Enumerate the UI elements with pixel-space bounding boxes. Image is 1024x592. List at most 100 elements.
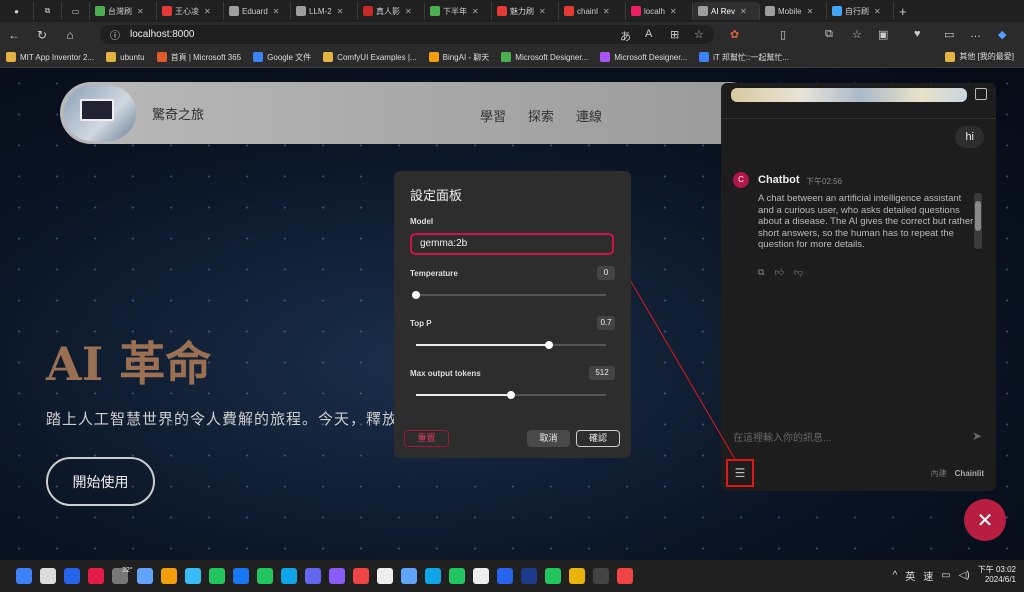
taskbar-app-icon[interactable] xyxy=(64,568,80,584)
bookmark-item[interactable]: MIT App Inventor 2... xyxy=(0,52,100,63)
taskbar-app-icon[interactable] xyxy=(472,568,489,584)
bookmark-item[interactable]: iT 邦幫忙::一起幫忙... xyxy=(693,52,795,63)
close-tab-icon[interactable]: ✕ xyxy=(137,7,144,16)
temperature-slider-knob[interactable] xyxy=(412,291,420,299)
health-icon[interactable]: ♥ xyxy=(914,28,921,40)
read-aloud-icon[interactable]: A xyxy=(645,28,652,40)
tray-chevron-icon[interactable]: ^ xyxy=(893,570,898,581)
copy-icon[interactable]: ⧉ xyxy=(758,267,764,278)
bookmark-item[interactable]: 首頁 | Microsoft 365 xyxy=(151,52,248,63)
browser-tab[interactable]: 自行刷 ✕ xyxy=(827,2,894,20)
browser-tab[interactable]: 魅力刷 ✕ xyxy=(492,2,559,20)
close-tab-icon[interactable]: ✕ xyxy=(670,7,677,16)
site-logo[interactable] xyxy=(64,85,136,141)
nav-link-connect[interactable]: 連線 xyxy=(576,106,602,125)
max-tokens-slider-knob[interactable] xyxy=(507,391,515,399)
browser-tab[interactable]: 王心凌 ✕ xyxy=(157,2,224,20)
taskbar-app-icon[interactable] xyxy=(304,568,321,584)
get-started-button[interactable]: 開始使用 xyxy=(46,457,155,506)
volume-icon[interactable]: ◁) xyxy=(959,570,970,581)
browser-tab[interactable]: Eduard ✕ xyxy=(224,2,291,20)
taskbar-app-icon[interactable] xyxy=(88,568,104,584)
taskbar-app-icon[interactable] xyxy=(568,568,585,584)
bookmark-item[interactable]: Microsoft Designer... xyxy=(495,52,594,63)
workspaces-icon[interactable]: ⧉ xyxy=(34,2,62,20)
refresh-button[interactable]: ↻ xyxy=(28,28,56,42)
extension-icon[interactable]: ✿ xyxy=(730,28,739,41)
nav-link-learn[interactable]: 學習 xyxy=(480,106,506,125)
top-p-slider-knob[interactable] xyxy=(545,341,553,349)
cancel-button[interactable]: 取消 xyxy=(527,430,570,447)
new-chat-icon[interactable] xyxy=(975,88,987,100)
bookmark-item[interactable]: ubuntu xyxy=(100,52,150,63)
taskbar-app-icon[interactable] xyxy=(400,568,417,584)
chat-input[interactable]: 在這裡輸入你的訊息... xyxy=(733,429,831,444)
profile-icon[interactable]: ● xyxy=(0,2,34,20)
app-icon[interactable]: ⊞ xyxy=(670,28,679,41)
search-icon[interactable] xyxy=(40,568,56,584)
network-icon[interactable]: ▭ xyxy=(941,570,950,581)
bookmark-item[interactable]: Microsoft Designer... xyxy=(594,52,693,63)
model-input[interactable]: gemma:2b xyxy=(410,233,614,255)
browser-tab[interactable]: 下半年 ✕ xyxy=(425,2,492,20)
settings-more-icon[interactable]: … xyxy=(970,28,981,40)
bookmark-item[interactable]: Google 文件 xyxy=(247,52,317,63)
collections-icon[interactable]: ▣ xyxy=(878,28,888,41)
taskbar-app-icon[interactable] xyxy=(232,568,249,584)
browser-tab[interactable]: 真人影 ✕ xyxy=(358,2,425,20)
bookmark-item[interactable]: ComfyUI Examples |... xyxy=(317,52,422,63)
close-tab-icon[interactable]: ✕ xyxy=(539,7,546,16)
close-chat-button[interactable]: ✕ xyxy=(964,499,1006,541)
ime-language[interactable]: 英 xyxy=(905,568,915,583)
copilot-icon[interactable]: ◆ xyxy=(998,28,1006,41)
bookmark-item[interactable]: BingAI - 聊天 xyxy=(423,52,496,63)
taskbar-app-icon[interactable] xyxy=(592,568,609,584)
message-scrollbar[interactable] xyxy=(974,193,982,249)
close-tab-icon[interactable]: ✕ xyxy=(337,7,344,16)
close-tab-icon[interactable]: ✕ xyxy=(273,7,280,16)
taskbar-app-icon[interactable] xyxy=(424,568,441,584)
temperature-slider[interactable] xyxy=(412,291,606,299)
taskbar-app-icon[interactable] xyxy=(352,568,369,584)
split-screen-icon[interactable]: ▯ xyxy=(780,28,786,41)
translate-icon[interactable]: あ xyxy=(620,28,631,44)
taskbar-app-icon[interactable] xyxy=(496,568,513,584)
screenshot-icon[interactable]: ▭ xyxy=(944,28,954,41)
taskbar-app-icon[interactable] xyxy=(376,568,393,584)
back-button[interactable]: ← xyxy=(0,28,28,42)
extensions-icon[interactable]: ⧉ xyxy=(825,28,833,41)
top-p-slider[interactable] xyxy=(416,341,606,349)
close-tab-icon[interactable]: ✕ xyxy=(204,7,211,16)
reset-button[interactable]: 重置 xyxy=(404,430,449,447)
home-button[interactable]: ⌂ xyxy=(56,28,84,42)
weather-temp[interactable]: 32° xyxy=(122,567,133,574)
thumbs-up-icon[interactable]: 👍︎ xyxy=(774,267,783,278)
taskbar-app-icon[interactable] xyxy=(256,568,273,584)
browser-tab[interactable]: LLM-2 ✕ xyxy=(291,2,358,20)
browser-tab[interactable]: AI Rev ✕ xyxy=(693,2,760,20)
ime-mode[interactable]: 速 xyxy=(923,568,933,583)
send-icon[interactable]: ➤ xyxy=(972,429,982,443)
taskbar-app-icon[interactable] xyxy=(448,568,465,584)
close-tab-icon[interactable]: ✕ xyxy=(740,7,747,16)
taskbar-app-icon[interactable] xyxy=(136,568,153,584)
taskbar-app-icon[interactable] xyxy=(616,568,633,584)
taskbar-app-icon[interactable] xyxy=(544,568,561,584)
taskbar-app-icon[interactable] xyxy=(328,568,345,584)
close-tab-icon[interactable]: ✕ xyxy=(405,7,412,16)
confirm-button[interactable]: 確認 xyxy=(576,430,620,447)
taskbar-app-icon[interactable] xyxy=(160,568,177,584)
close-tab-icon[interactable]: ✕ xyxy=(807,7,814,16)
tab-actions-icon[interactable]: ▭ xyxy=(62,2,90,20)
close-tab-icon[interactable]: ✕ xyxy=(603,7,610,16)
nav-link-explore[interactable]: 探索 xyxy=(528,106,554,125)
close-tab-icon[interactable]: ✕ xyxy=(874,7,881,16)
bookmark-other-favorites[interactable]: 其他 [我的最愛] xyxy=(945,51,1014,62)
settings-sliders-button[interactable]: ☰ xyxy=(726,459,754,487)
clock[interactable]: 下午 03:02 2024/6/1 xyxy=(978,565,1016,585)
new-tab-button[interactable]: + xyxy=(894,2,912,20)
max-tokens-slider[interactable] xyxy=(416,391,606,399)
browser-tab[interactable]: localh ✕ xyxy=(626,2,693,20)
info-icon[interactable]: ⓘ xyxy=(110,27,120,42)
browser-tab[interactable]: Mobile ✕ xyxy=(760,2,827,20)
